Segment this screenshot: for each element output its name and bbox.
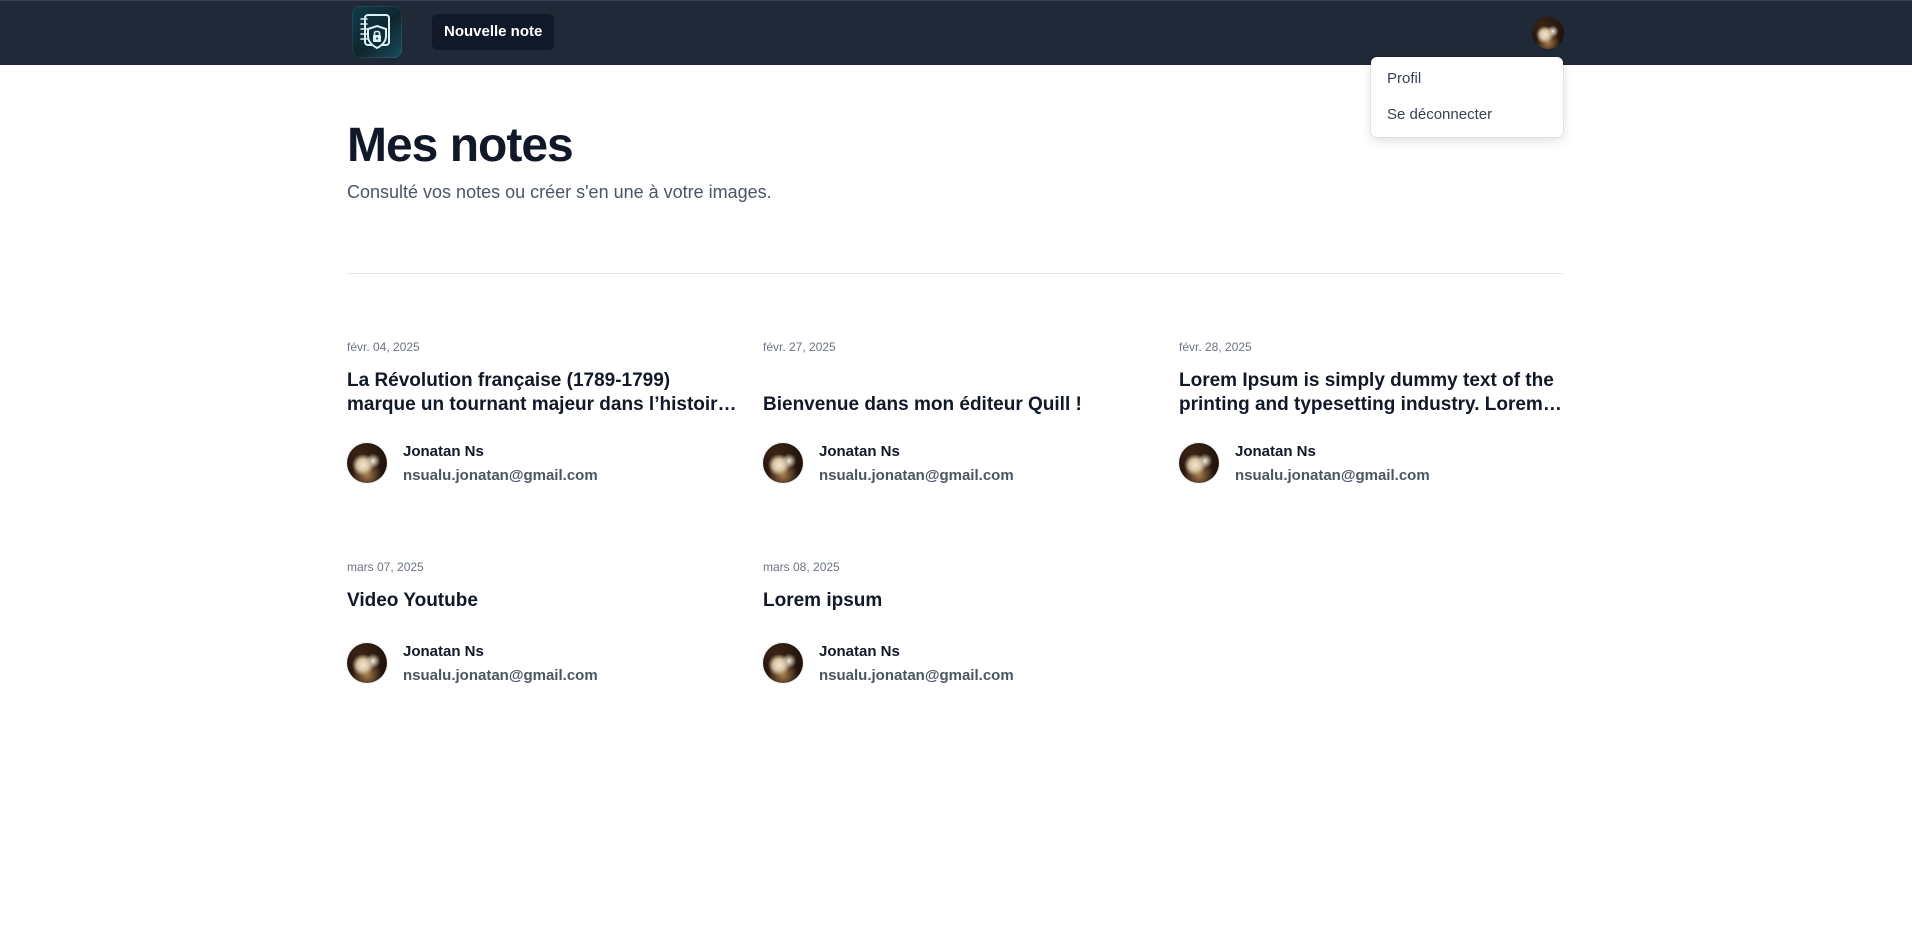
note-date: mars 08, 2025 xyxy=(763,560,840,574)
note-author: Jonatan Ns nsualu.jonatan@gmail.com xyxy=(347,443,737,484)
author-avatar xyxy=(347,643,387,683)
menu-item-logout[interactable]: Se déconnecter xyxy=(1371,97,1563,133)
note-card[interactable]: mars 08, 2025 Lorem ipsum Jonatan Ns nsu… xyxy=(763,559,1153,684)
note-title[interactable]: Bienvenue dans mon éditeur Quill ! xyxy=(763,369,1153,417)
author-name: Jonatan Ns xyxy=(819,443,900,460)
author-avatar xyxy=(763,443,803,483)
note-card[interactable]: févr. 27, 2025 Bienvenue dans mon éditeu… xyxy=(763,339,1153,484)
user-avatar[interactable] xyxy=(1532,17,1564,49)
user-menu-dropdown: Profil Se déconnecter xyxy=(1371,57,1563,137)
author-avatar xyxy=(1179,443,1219,483)
note-date: févr. 28, 2025 xyxy=(1179,340,1252,354)
page-subtitle: Consulté vos notes ou créer s'en une à v… xyxy=(347,182,772,202)
note-card[interactable]: févr. 04, 2025 La Révolution française (… xyxy=(347,339,737,484)
note-author: Jonatan Ns nsualu.jonatan@gmail.com xyxy=(347,643,737,684)
note-author: Jonatan Ns nsualu.jonatan@gmail.com xyxy=(763,443,1153,484)
author-name: Jonatan Ns xyxy=(1235,443,1316,460)
author-avatar xyxy=(347,443,387,483)
note-card[interactable]: mars 07, 2025 Video Youtube Jonatan Ns n… xyxy=(347,559,737,684)
author-avatar xyxy=(763,643,803,683)
page-title: Mes notes xyxy=(347,119,574,172)
note-title[interactable]: Lorem Ipsum is simply dummy text of the … xyxy=(1179,369,1569,417)
note-date: févr. 04, 2025 xyxy=(347,340,420,354)
top-navbar: Nouvelle note xyxy=(0,0,1912,65)
note-date: févr. 27, 2025 xyxy=(763,340,836,354)
author-email: nsualu.jonatan@gmail.com xyxy=(1235,467,1430,484)
note-title[interactable]: Video Youtube xyxy=(347,589,737,613)
author-name: Jonatan Ns xyxy=(403,443,484,460)
author-email: nsualu.jonatan@gmail.com xyxy=(819,467,1014,484)
note-author: Jonatan Ns nsualu.jonatan@gmail.com xyxy=(1179,443,1569,484)
author-name: Jonatan Ns xyxy=(403,643,484,660)
note-title[interactable]: La Révolution française (1789-1799) marq… xyxy=(347,369,737,417)
author-email: nsualu.jonatan@gmail.com xyxy=(403,667,598,684)
new-note-button[interactable]: Nouvelle note xyxy=(432,14,555,50)
note-title[interactable]: Lorem ipsum xyxy=(763,589,1153,613)
author-email: nsualu.jonatan@gmail.com xyxy=(819,667,1014,684)
note-author: Jonatan Ns nsualu.jonatan@gmail.com xyxy=(763,643,1153,684)
note-date: mars 07, 2025 xyxy=(347,560,424,574)
note-card[interactable]: févr. 28, 2025 Lorem Ipsum is simply dum… xyxy=(1179,339,1569,484)
author-name: Jonatan Ns xyxy=(819,643,900,660)
menu-item-profile[interactable]: Profil xyxy=(1371,61,1563,97)
lock-notebook-icon[interactable] xyxy=(352,6,402,58)
divider xyxy=(347,273,1563,274)
author-email: nsualu.jonatan@gmail.com xyxy=(403,467,598,484)
